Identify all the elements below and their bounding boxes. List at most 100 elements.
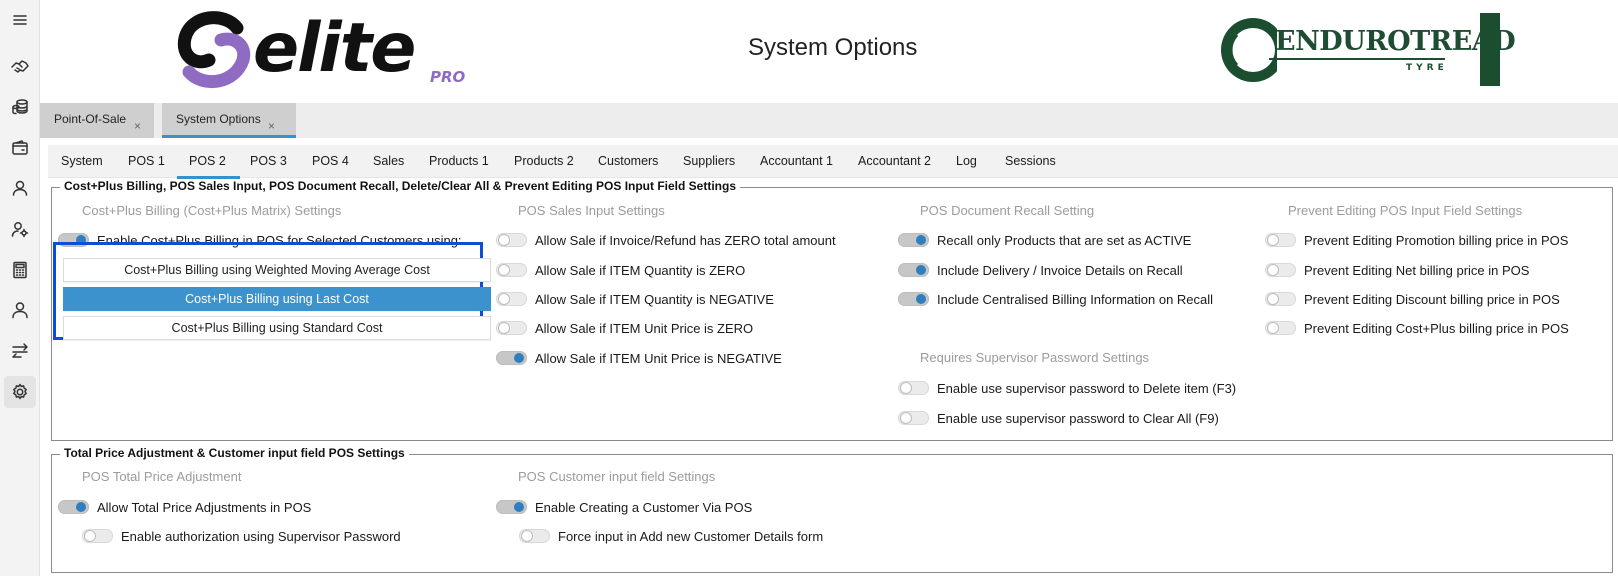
endurotread-logo: ENDUROTREAD TYRE — [1213, 12, 1516, 92]
toggle-label: Enable use supervisor password to Clear … — [937, 410, 1219, 426]
toggle-switch[interactable] — [1265, 233, 1296, 247]
person-icon[interactable] — [4, 294, 36, 326]
tab-products-1[interactable]: Products 1 — [429, 145, 489, 178]
toggle-switch[interactable] — [898, 292, 929, 306]
sales-input-section-title: POS Sales Input Settings — [518, 203, 665, 218]
close-icon[interactable]: × — [134, 119, 141, 133]
handshake-icon[interactable] — [4, 50, 36, 82]
last-cost-button[interactable]: Cost+Plus Billing using Last Cost — [63, 287, 491, 311]
toggle-label: Prevent Editing Discount billing price i… — [1304, 291, 1560, 307]
recall-section-title: POS Document Recall Setting — [920, 203, 1095, 218]
tab-pos-3[interactable]: POS 3 — [250, 145, 287, 178]
toggle-switch[interactable] — [1265, 263, 1296, 277]
wallet-icon[interactable] — [4, 132, 36, 164]
toggle-switch[interactable] — [1265, 321, 1296, 335]
toggle-switch[interactable] — [496, 292, 527, 306]
toggle-row-recall-active[interactable]: Recall only Products that are set as ACT… — [898, 231, 1191, 249]
page-title: System Options — [748, 34, 918, 61]
elite-logo-suffix: PRO — [430, 68, 466, 86]
toggle-switch[interactable] — [58, 500, 89, 514]
tab-pos-2[interactable]: POS 2 — [177, 145, 240, 179]
doc-tab-point-of-sale[interactable]: Point-Of-Sale × — [40, 103, 154, 138]
user-icon[interactable] — [4, 172, 36, 204]
prevent-editing-section-title: Prevent Editing POS Input Field Settings — [1288, 203, 1523, 218]
tab-products-2[interactable]: Products 2 — [514, 145, 574, 178]
toggle-switch[interactable] — [1265, 292, 1296, 306]
gear-icon[interactable] — [4, 376, 36, 408]
coins-icon[interactable] — [4, 91, 36, 123]
toggle-row-prevent-promotion[interactable]: Prevent Editing Promotion billing price … — [1265, 231, 1568, 249]
toggle-label: Prevent Editing Net billing price in POS — [1304, 262, 1530, 278]
toggle-label: Include Centralised Billing Information … — [937, 291, 1214, 307]
supervisor-section-title: Requires Supervisor Password Settings — [920, 350, 1150, 365]
document-tab-bar: Point-Of-Sale × System Options × — [40, 103, 1618, 138]
tab-system[interactable]: System — [61, 145, 103, 178]
toggle-label: Allow Sale if ITEM Unit Price is ZERO — [535, 320, 754, 336]
elite-logo: elite PRO — [175, 8, 475, 90]
doc-tab-label: System Options — [176, 112, 261, 126]
toggle-switch[interactable] — [496, 233, 527, 247]
hamburger-icon[interactable] — [4, 4, 36, 36]
toggle-label: Prevent Editing Promotion billing price … — [1304, 232, 1569, 248]
toggle-row-prevent-net[interactable]: Prevent Editing Net billing price in POS — [1265, 261, 1529, 279]
transfer-icon[interactable] — [4, 335, 36, 367]
tab-accountant-2[interactable]: Accountant 2 — [858, 145, 931, 178]
toggle-label: Allow Sale if ITEM Quantity is NEGATIVE — [535, 291, 774, 307]
tab-pos-1[interactable]: POS 1 — [128, 145, 165, 178]
toggle-label: Include Delivery / Invoice Details on Re… — [937, 262, 1183, 278]
group-title: Total Price Adjustment & Customer input … — [60, 446, 409, 460]
toggle-row-zero-total[interactable]: Allow Sale if Invoice/Refund has ZERO to… — [496, 231, 836, 249]
toggle-switch[interactable] — [898, 381, 929, 395]
toggle-label: Allow Sale if Invoice/Refund has ZERO to… — [535, 232, 836, 248]
tab-accountant-1[interactable]: Accountant 1 — [760, 145, 833, 178]
toggle-label: Enable authorization using Supervisor Pa… — [121, 528, 401, 544]
customer-input-section-title: POS Customer input field Settings — [518, 469, 716, 484]
toggle-row-prevent-costplus[interactable]: Prevent Editing Cost+Plus billing price … — [1265, 319, 1569, 337]
toggle-row-supervisor-clear[interactable]: Enable use supervisor password to Clear … — [898, 409, 1219, 427]
tab-log[interactable]: Log — [956, 145, 977, 178]
toggle-row-prevent-discount[interactable]: Prevent Editing Discount billing price i… — [1265, 290, 1560, 308]
tab-sessions[interactable]: Sessions — [1005, 145, 1056, 178]
toggle-row-recall-delivery[interactable]: Include Delivery / Invoice Details on Re… — [898, 261, 1183, 279]
toggle-switch[interactable] — [496, 351, 527, 365]
options-tab-bar: System POS 1 POS 2 POS 3 POS 4 Sales Pro… — [48, 145, 1618, 179]
toggle-row-force-customer-input[interactable]: Force input in Add new Customer Details … — [519, 527, 823, 545]
toggle-row-negative-quantity[interactable]: Allow Sale if ITEM Quantity is NEGATIVE — [496, 290, 774, 308]
toggle-switch[interactable] — [496, 263, 527, 277]
user-settings-icon[interactable] — [4, 213, 36, 245]
weighted-average-cost-button[interactable]: Cost+Plus Billing using Weighted Moving … — [63, 258, 491, 282]
elite-logo-word: elite — [253, 9, 416, 88]
tab-customers[interactable]: Customers — [598, 145, 658, 178]
toggle-switch[interactable] — [898, 263, 929, 277]
toggle-row-supervisor-authorization[interactable]: Enable authorization using Supervisor Pa… — [82, 527, 401, 545]
toggle-row-zero-quantity[interactable]: Allow Sale if ITEM Quantity is ZERO — [496, 261, 745, 279]
toggle-label: Allow Total Price Adjustments in POS — [97, 499, 312, 515]
toggle-row-supervisor-delete[interactable]: Enable use supervisor password to Delete… — [898, 379, 1236, 397]
toggle-label: Allow Sale if ITEM Unit Price is NEGATIV… — [535, 350, 782, 366]
toggle-row-negative-unit-price[interactable]: Allow Sale if ITEM Unit Price is NEGATIV… — [496, 349, 782, 367]
close-icon[interactable]: × — [268, 119, 275, 133]
endurotread-logo-sub: TYRE — [1406, 63, 1448, 73]
toggle-switch[interactable] — [496, 500, 527, 514]
tab-suppliers[interactable]: Suppliers — [683, 145, 735, 178]
toggle-label: Force input in Add new Customer Details … — [558, 528, 824, 544]
tab-sales[interactable]: Sales — [373, 145, 404, 178]
doc-tab-system-options[interactable]: System Options × — [162, 103, 296, 138]
toggle-switch[interactable] — [898, 411, 929, 425]
tab-pos-4[interactable]: POS 4 — [312, 145, 349, 178]
price-adjustment-section-title: POS Total Price Adjustment — [82, 469, 242, 484]
toggle-label: Allow Sale if ITEM Quantity is ZERO — [535, 262, 746, 278]
toggle-switch[interactable] — [519, 529, 550, 543]
toggle-row-recall-centralised[interactable]: Include Centralised Billing Information … — [898, 290, 1213, 308]
toggle-switch[interactable] — [82, 529, 113, 543]
toggle-label: Enable use supervisor password to Delete… — [937, 380, 1237, 396]
standard-cost-button[interactable]: Cost+Plus Billing using Standard Cost — [63, 316, 491, 340]
toggle-switch[interactable] — [898, 233, 929, 247]
calculator-icon[interactable] — [4, 254, 36, 286]
brand-color-bar — [1480, 13, 1500, 86]
toggle-row-zero-unit-price[interactable]: Allow Sale if ITEM Unit Price is ZERO — [496, 319, 753, 337]
toggle-label: Prevent Editing Cost+Plus billing price … — [1304, 320, 1569, 336]
toggle-switch[interactable] — [496, 321, 527, 335]
toggle-row-allow-price-adjustments[interactable]: Allow Total Price Adjustments in POS — [58, 498, 311, 516]
toggle-row-create-customer[interactable]: Enable Creating a Customer Via POS — [496, 498, 752, 516]
